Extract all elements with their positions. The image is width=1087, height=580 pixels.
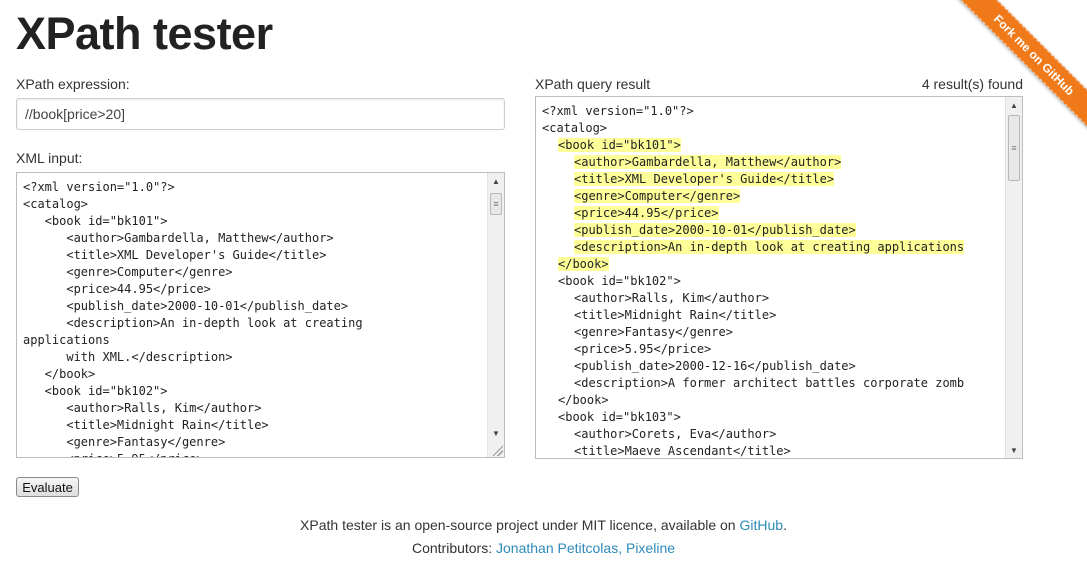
- xml-input-line: with XML.</description>: [23, 350, 233, 364]
- result-line: <author>Corets, Eva</author>: [542, 426, 1005, 443]
- query-result-panel: <?xml version="1.0"?> <catalog> <book id="…: [535, 96, 1023, 459]
- xml-input-line: <genre>Fantasy</genre>: [23, 435, 226, 449]
- result-line: <genre>Computer</genre>: [542, 188, 1005, 205]
- result-line: <?xml version="1.0"?>: [542, 103, 1005, 120]
- contributors-links[interactable]: Jonathan Petitcolas, Pixeline: [496, 540, 675, 556]
- xml-input-line: <publish_date>2000-10-01</publish_date>: [23, 299, 349, 313]
- xml-input-line: <genre>Computer</genre>: [23, 265, 233, 279]
- result-line: <title>Midnight Rain</title>: [542, 307, 1005, 324]
- xml-input-line: <book id="bk101">: [23, 214, 168, 228]
- github-link[interactable]: GitHub: [739, 517, 783, 533]
- result-count: 4 result(s) found: [921, 76, 1023, 92]
- result-line-highlighted-text: <author>Gambardella, Matthew</author>: [574, 155, 842, 169]
- result-line-highlighted-text: <price>44.95</price>: [574, 206, 719, 220]
- result-line: </book>: [542, 256, 1005, 273]
- result-line-text: <book id="bk102">: [558, 274, 681, 288]
- result-line: <book id="bk103">: [542, 409, 1005, 426]
- xpath-expression-label: XPath expression:: [16, 76, 130, 92]
- result-line: <book id="bk101">: [542, 137, 1005, 154]
- footer-licence-line: XPath tester is an open-source project u…: [0, 517, 1087, 533]
- xpath-expression-input[interactable]: [16, 98, 505, 130]
- result-line: <book id="bk102">: [542, 273, 1005, 290]
- page-title: XPath tester: [16, 8, 273, 59]
- result-line: <price>5.95</price>: [542, 341, 1005, 358]
- result-line: <description>A former architect battles …: [542, 375, 1005, 392]
- evaluate-button[interactable]: Evaluate: [16, 477, 79, 497]
- xml-input-line: <price>5.95</price>: [23, 451, 487, 457]
- result-line-text: <?xml version="1.0"?>: [542, 104, 694, 118]
- triangle-up-icon[interactable]: ▲: [1006, 97, 1022, 113]
- footer-licence-text: XPath tester is an open-source project u…: [300, 517, 740, 533]
- query-result-label: XPath query result: [535, 76, 651, 92]
- result-line: <author>Gambardella, Matthew</author>: [542, 154, 1005, 171]
- result-line-text: <author>Corets, Eva</author>: [574, 427, 777, 441]
- result-line-highlighted-text: </book>: [558, 257, 609, 271]
- query-result-content: <?xml version="1.0"?> <catalog> <book id="…: [536, 97, 1005, 458]
- xml-input-line: <catalog>: [23, 197, 89, 211]
- triangle-up-icon[interactable]: ▲: [488, 173, 504, 189]
- resize-grip-icon[interactable]: [491, 444, 503, 456]
- xml-input-line: <title>Midnight Rain</title>: [23, 418, 269, 432]
- xml-input-line: <title>XML Developer's Guide</title>: [23, 248, 327, 262]
- triangle-down-icon[interactable]: ▼: [488, 425, 504, 441]
- result-scroll-thumb[interactable]: ≡: [1008, 115, 1020, 181]
- result-line-text: <catalog>: [542, 121, 608, 135]
- xml-input-line: <price>44.95</price>: [23, 282, 211, 296]
- contributors-label: Contributors:: [411, 540, 497, 556]
- result-line-highlighted-text: <publish_date>2000-10-01</publish_date>: [574, 223, 856, 237]
- result-line-highlighted-text: <book id="bk101">: [558, 138, 681, 152]
- result-line: </book>: [542, 392, 1005, 409]
- result-line-text: </book>: [558, 393, 609, 407]
- result-line-text: <description>A former architect battles …: [574, 376, 965, 390]
- result-scrollbar[interactable]: ▲ ≡ ▼: [1005, 97, 1022, 458]
- result-line: <title>XML Developer's Guide</title>: [542, 171, 1005, 188]
- result-line-text: <book id="bk103">: [558, 410, 681, 424]
- result-line-text: <title>Maeve Ascendant</title>: [574, 444, 791, 458]
- result-line: <publish_date>2000-12-16</publish_date>: [542, 358, 1005, 375]
- result-line: <genre>Fantasy</genre>: [542, 324, 1005, 341]
- result-line-text: <publish_date>2000-12-16</publish_date>: [574, 359, 856, 373]
- result-line-highlighted-text: <title>XML Developer's Guide</title>: [574, 172, 835, 186]
- xml-input-content[interactable]: <?xml version="1.0"?> <catalog> <book id=…: [17, 173, 487, 457]
- result-line-text: <author>Ralls, Kim</author>: [574, 291, 770, 305]
- xml-input-line: <author>Ralls, Kim</author>: [23, 401, 262, 415]
- xml-input-label: XML input:: [16, 150, 83, 166]
- xml-input-line: <author>Gambardella, Matthew</author>: [23, 231, 334, 245]
- result-line: <author>Ralls, Kim</author>: [542, 290, 1005, 307]
- result-line-highlighted-text: <description>An in-depth look at creatin…: [574, 240, 965, 254]
- result-line: <publish_date>2000-10-01</publish_date>: [542, 222, 1005, 239]
- result-line: <price>44.95</price>: [542, 205, 1005, 222]
- xml-input-line: <description>An in-depth look at creatin…: [23, 316, 363, 330]
- xml-input-line: <?xml version="1.0"?>: [23, 180, 175, 194]
- result-line-text: <title>Midnight Rain</title>: [574, 308, 777, 322]
- footer-contributors-line: Contributors: Jonathan Petitcolas, Pixel…: [0, 540, 1087, 556]
- xml-input-scrollbar[interactable]: ▲ ≡ ▼: [487, 173, 504, 457]
- triangle-down-icon[interactable]: ▼: [1006, 442, 1022, 458]
- footer-period: .: [783, 517, 787, 533]
- result-line-text: <genre>Fantasy</genre>: [574, 325, 733, 339]
- result-line: <catalog>: [542, 120, 1005, 137]
- result-line-highlighted-text: <genre>Computer</genre>: [574, 189, 741, 203]
- result-line: <title>Maeve Ascendant</title>: [542, 443, 1005, 458]
- xml-input-scroll-thumb[interactable]: ≡: [490, 193, 502, 215]
- xml-input-textarea[interactable]: <?xml version="1.0"?> <catalog> <book id=…: [16, 172, 505, 458]
- result-line-text: <price>5.95</price>: [574, 342, 712, 356]
- xml-input-line: applications: [23, 333, 110, 347]
- xml-input-line: </book>: [23, 367, 96, 381]
- result-line: <description>An in-depth look at creatin…: [542, 239, 1005, 256]
- xml-input-line: <book id="bk102">: [23, 384, 168, 398]
